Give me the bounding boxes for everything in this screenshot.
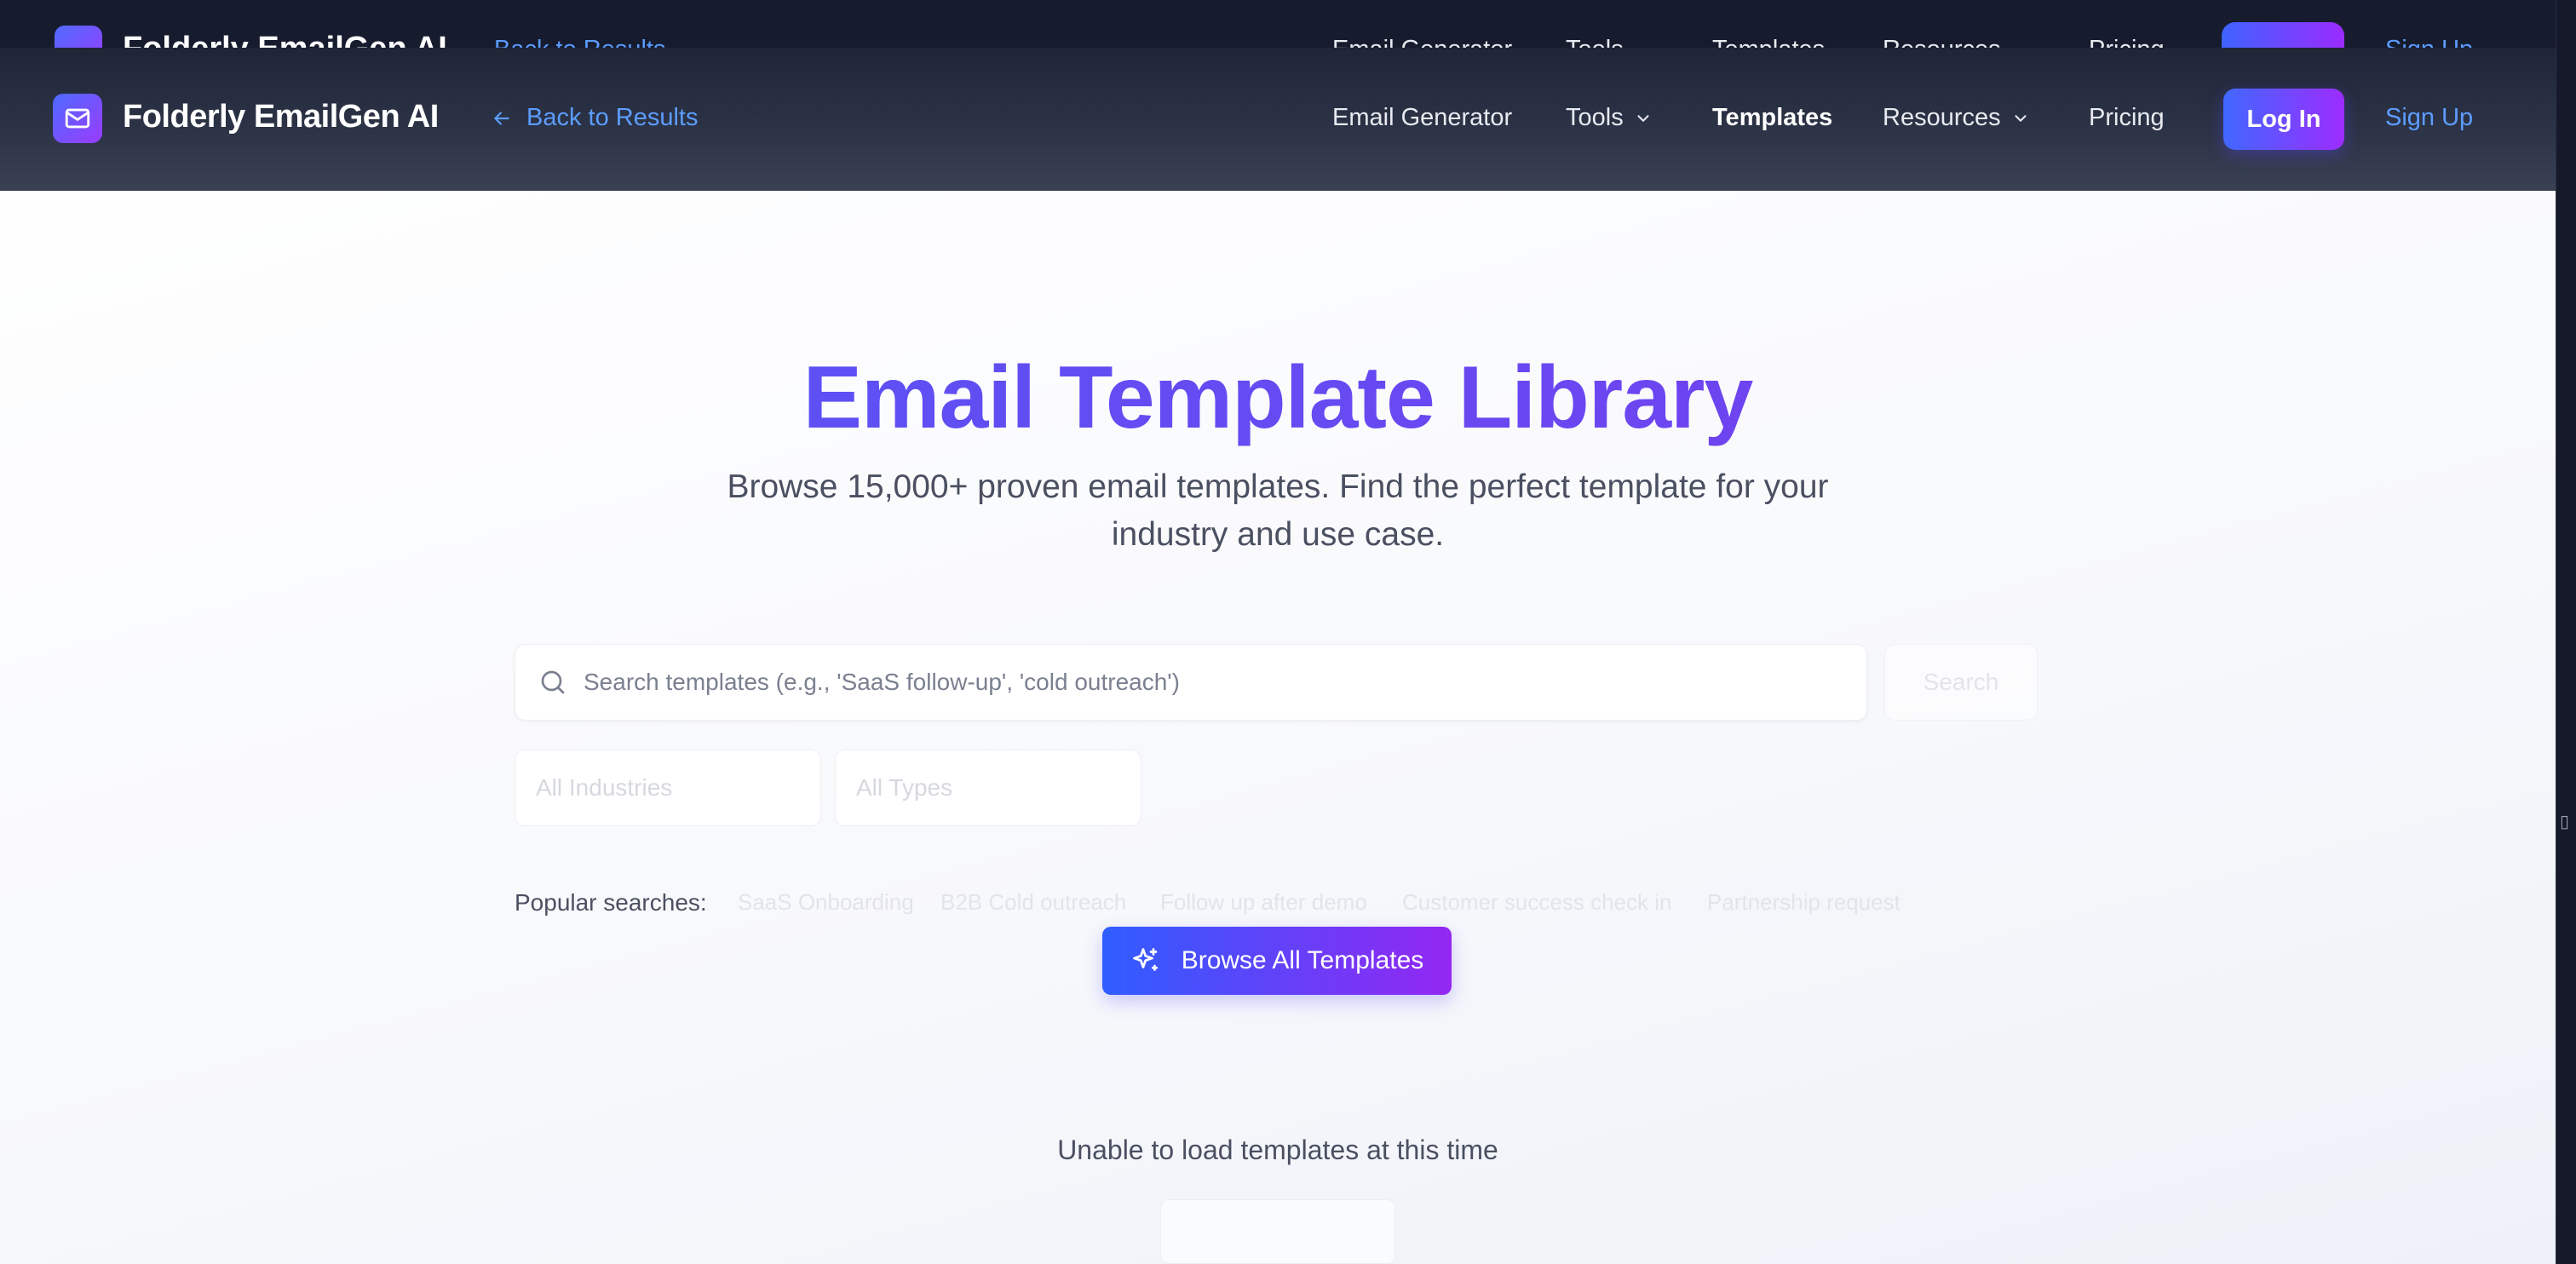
- browser-page: Folderly EmailGen AI Back to Results Ema…: [0, 48, 2556, 1264]
- popular-searches-label: Popular searches:: [515, 889, 707, 916]
- sparkles-icon: [1132, 948, 1158, 971]
- chevron-down-icon: [1637, 114, 1649, 122]
- nav-label: Tools: [1566, 104, 1624, 131]
- popular-search-chip[interactable]: Follow up after demo: [1160, 889, 1367, 916]
- nav-label: Pricing: [2089, 104, 2165, 131]
- industry-select[interactable]: All Industries: [515, 750, 821, 826]
- login-button[interactable]: Log In: [2223, 89, 2344, 150]
- nav-resources[interactable]: Resources: [1883, 104, 2030, 132]
- nav-templates[interactable]: Templates: [1712, 104, 1832, 132]
- popular-search-chip[interactable]: B2B Cold outreach: [940, 889, 1126, 916]
- signup-link[interactable]: Sign Up: [2385, 104, 2473, 132]
- nav-label: Templates: [1712, 104, 1833, 131]
- popular-search-chip[interactable]: Customer success check in: [1402, 889, 1671, 916]
- back-to-results-link[interactable]: Back to Results: [491, 104, 698, 132]
- nav-label: Resources: [1883, 104, 2001, 131]
- background-window-nav: Folderly EmailGen AI Back to Results Ema…: [0, 0, 2556, 51]
- page-title: Email Template Library: [0, 348, 2556, 449]
- nav-tools[interactable]: Tools: [1566, 104, 1653, 132]
- arrow-left-icon: [494, 111, 509, 125]
- search-field[interactable]: [515, 644, 1867, 721]
- background-login-button: [2222, 22, 2344, 51]
- load-error-message: Unable to load templates at this time: [1057, 1135, 1498, 1165]
- top-navbar: Folderly EmailGen AI Back to Results Ema…: [0, 48, 2556, 191]
- page-subtitle: Browse 15,000+ proven email templates. F…: [727, 468, 1829, 553]
- search-input[interactable]: [584, 669, 1776, 696]
- edge-glyph: ▯: [2560, 813, 2570, 831]
- search-button[interactable]: Search: [1884, 644, 2038, 721]
- mail-icon[interactable]: [53, 94, 102, 143]
- nav-pricing[interactable]: Pricing: [2089, 104, 2165, 132]
- brand-name[interactable]: Folderly EmailGen AI: [123, 99, 439, 135]
- browse-all-templates-button[interactable]: Browse All Templates: [1102, 927, 1452, 995]
- popular-search-chip[interactable]: SaaS Onboarding: [738, 889, 914, 916]
- background-window-edge: ▯: [2556, 0, 2576, 1264]
- chevron-down-icon: [2015, 114, 2027, 122]
- search-icon: [541, 670, 565, 694]
- nav-email-generator[interactable]: Email Generator: [1332, 104, 1512, 132]
- popular-search-chip[interactable]: Partnership request: [1707, 889, 1900, 916]
- type-select[interactable]: All Types: [835, 750, 1141, 826]
- browse-all-label: Browse All Templates: [1181, 946, 1424, 974]
- back-to-results-label: Back to Results: [526, 104, 699, 131]
- retry-button[interactable]: [1160, 1199, 1395, 1264]
- nav-label: Email Generator: [1332, 104, 1513, 131]
